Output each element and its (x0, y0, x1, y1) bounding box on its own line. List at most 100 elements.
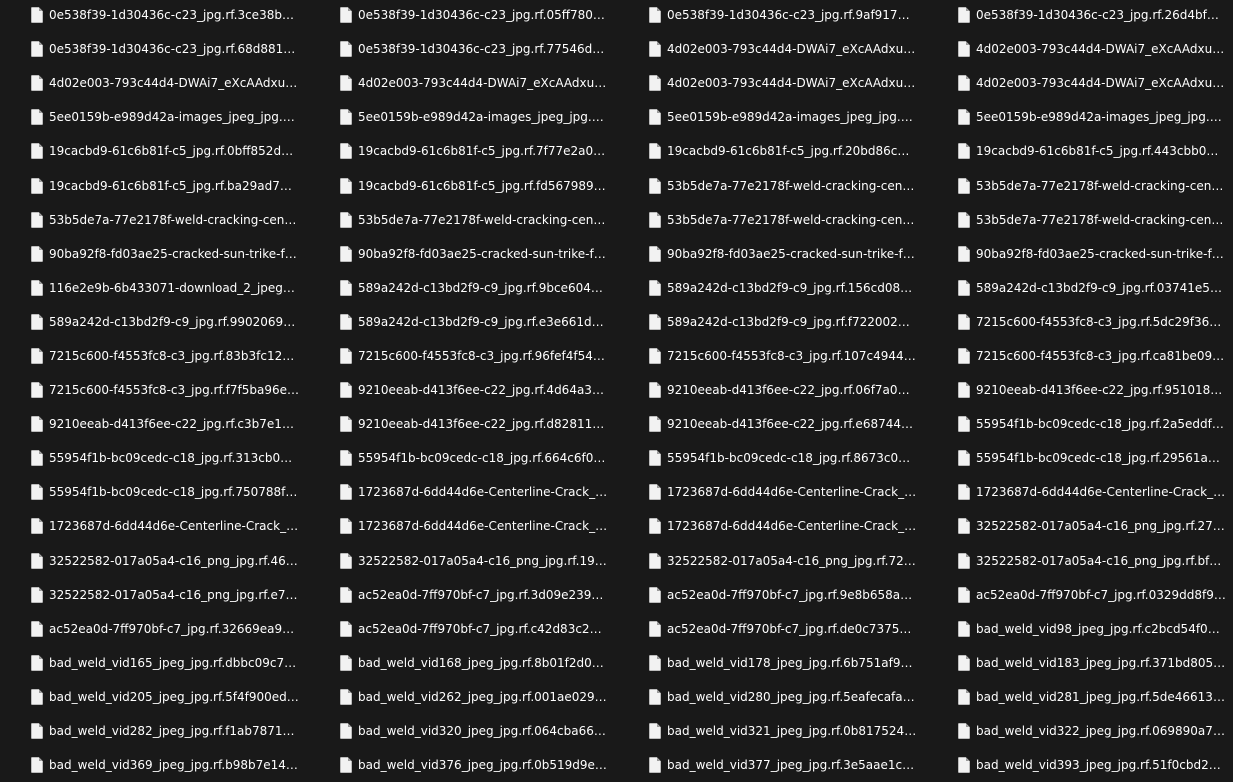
file-item[interactable]: bad_weld_vid168_jpeg_jpg.rf.8b01f2d0da..… (309, 646, 618, 680)
file-item[interactable]: 9210eeab-d413f6ee-c22_jpg.rf.06f7a0ba... (618, 373, 927, 407)
file-item[interactable]: 90ba92f8-fd03ae25-cracked-sun-trike-fr..… (0, 237, 309, 271)
file-item[interactable]: 1723687d-6dd44d6e-Centerline-Crack_jp... (927, 475, 1233, 509)
file-item[interactable]: 53b5de7a-77e2178f-weld-cracking-cente... (0, 203, 309, 237)
file-item[interactable]: bad_weld_vid320_jpeg_jpg.rf.064cba66d5..… (309, 714, 618, 748)
file-item[interactable]: 9210eeab-d413f6ee-c22_jpg.rf.c3b7e199... (0, 407, 309, 441)
file-item[interactable]: bad_weld_vid280_jpeg_jpg.rf.5eafecafa1e.… (618, 680, 927, 714)
file-item[interactable]: 53b5de7a-77e2178f-weld-cracking-cente... (309, 203, 618, 237)
file-item[interactable]: 1723687d-6dd44d6e-Centerline-Crack_jp... (618, 509, 927, 543)
file-item[interactable]: ac52ea0d-7ff970bf-c7_jpg.rf.9e8b658a02..… (618, 578, 927, 612)
file-item[interactable]: 55954f1b-bc09cedc-c18_jpg.rf.2a5eddfc4..… (927, 407, 1233, 441)
file-item[interactable]: 589a242d-c13bd2f9-c9_jpg.rf.f722002ee6..… (618, 305, 927, 339)
file-item[interactable]: ac52ea0d-7ff970bf-c7_jpg.rf.de0c737541..… (618, 612, 927, 646)
file-item[interactable]: bad_weld_vid376_jpeg_jpg.rf.0b519d9eb... (309, 748, 618, 782)
file-item[interactable]: bad_weld_vid183_jpeg_jpg.rf.371bd805d... (927, 646, 1233, 680)
file-item[interactable]: 4d02e003-793c44d4-DWAi7_eXcAAdxuF_j... (618, 32, 927, 66)
file-item[interactable]: 32522582-017a05a4-c16_png_jpg.rf.46f2... (0, 544, 309, 578)
file-item[interactable]: 7215c600-f4553fc8-c3_jpg.rf.5dc29f36172.… (927, 305, 1233, 339)
file-item[interactable]: 589a242d-c13bd2f9-c9_jpg.rf.99020699c... (0, 305, 309, 339)
file-item[interactable]: 4d02e003-793c44d4-DWAi7_eXcAAdxuF_j... (927, 66, 1233, 100)
file-item[interactable]: 55954f1b-bc09cedc-c18_jpg.rf.313cb055... (0, 441, 309, 475)
file-item[interactable]: 4d02e003-793c44d4-DWAi7_eXcAAdxuF_j... (309, 66, 618, 100)
file-item[interactable]: 0e538f39-1d30436c-c23_jpg.rf.68d88152... (0, 32, 309, 66)
file-item[interactable]: 4d02e003-793c44d4-DWAi7_eXcAAdxuF_j... (927, 32, 1233, 66)
file-name: 53b5de7a-77e2178f-weld-cracking-cente... (49, 212, 299, 227)
file-item[interactable]: 19cacbd9-61c6b81f-c5_jpg.rf.ba29ad7bb... (0, 168, 309, 202)
file-item[interactable]: 0e538f39-1d30436c-c23_jpg.rf.3ce38b0e... (0, 0, 309, 32)
file-item[interactable]: 90ba92f8-fd03ae25-cracked-sun-trike-fr..… (927, 237, 1233, 271)
file-item[interactable]: 32522582-017a05a4-c16_png_jpg.rf.7245... (618, 544, 927, 578)
file-item[interactable]: bad_weld_vid322_jpeg_jpg.rf.069890a7d7..… (927, 714, 1233, 748)
file-item[interactable]: ac52ea0d-7ff970bf-c7_jpg.rf.0329dd8f90..… (927, 578, 1233, 612)
file-item[interactable]: 5ee0159b-e989d42a-images_jpeg_jpg.rf.... (0, 100, 309, 134)
file-item[interactable]: bad_weld_vid178_jpeg_jpg.rf.6b751af9c1..… (618, 646, 927, 680)
document-file-icon (958, 75, 970, 91)
file-item[interactable]: 90ba92f8-fd03ae25-cracked-sun-trike-fr..… (618, 237, 927, 271)
file-item[interactable]: 9210eeab-d413f6ee-c22_jpg.rf.e687447d... (618, 407, 927, 441)
file-item[interactable]: 19cacbd9-61c6b81f-c5_jpg.rf.fd567989bc..… (309, 168, 618, 202)
file-item[interactable]: 53b5de7a-77e2178f-weld-cracking-cente... (927, 168, 1233, 202)
file-item[interactable]: 1723687d-6dd44d6e-Centerline-Crack_jp... (309, 509, 618, 543)
file-item[interactable]: 0e538f39-1d30436c-c23_jpg.rf.9af91763a..… (618, 0, 927, 32)
file-item[interactable]: 1723687d-6dd44d6e-Centerline-Crack_jp... (0, 509, 309, 543)
file-item[interactable]: bad_weld_vid262_jpeg_jpg.rf.001ae0293b..… (309, 680, 618, 714)
file-item[interactable]: 0e538f39-1d30436c-c23_jpg.rf.26d4bf7a3..… (927, 0, 1233, 32)
file-item[interactable]: 32522582-017a05a4-c16_png_jpg.rf.193f... (309, 544, 618, 578)
file-item[interactable]: 53b5de7a-77e2178f-weld-cracking-cente... (618, 203, 927, 237)
file-item[interactable]: 55954f1b-bc09cedc-c18_jpg.rf.664c6f01a..… (309, 441, 618, 475)
file-item[interactable]: 55954f1b-bc09cedc-c18_jpg.rf.750788f2e..… (0, 475, 309, 509)
file-item[interactable]: 7215c600-f4553fc8-c3_jpg.rf.96fef4f5422.… (309, 339, 618, 373)
file-item[interactable]: bad_weld_vid282_jpeg_jpg.rf.f1ab787156..… (0, 714, 309, 748)
file-item[interactable]: 4d02e003-793c44d4-DWAi7_eXcAAdxuF_j... (0, 66, 309, 100)
file-item[interactable]: 53b5de7a-77e2178f-weld-cracking-cente... (927, 203, 1233, 237)
file-item[interactable]: 0e538f39-1d30436c-c23_jpg.rf.05ff78024..… (309, 0, 618, 32)
file-item[interactable]: 1723687d-6dd44d6e-Centerline-Crack_jp... (618, 475, 927, 509)
file-item[interactable]: 9210eeab-d413f6ee-c22_jpg.rf.9510186b... (927, 373, 1233, 407)
file-item[interactable]: 589a242d-c13bd2f9-c9_jpg.rf.9bce60421... (309, 271, 618, 305)
file-item[interactable]: 5ee0159b-e989d42a-images_jpeg_jpg.rf.... (618, 100, 927, 134)
file-item[interactable]: bad_weld_vid281_jpeg_jpg.rf.5de4661335..… (927, 680, 1233, 714)
file-item[interactable]: 32522582-017a05a4-c16_png_jpg.rf.e72e... (0, 578, 309, 612)
file-item[interactable]: bad_weld_vid98_jpeg_jpg.rf.c2bcd54f0df2.… (927, 612, 1233, 646)
file-item[interactable]: 116e2e9b-6b433071-download_2_jpeg_j... (0, 271, 309, 305)
file-item[interactable]: 32522582-017a05a4-c16_png_jpg.rf.bf6e... (927, 544, 1233, 578)
file-item[interactable]: 9210eeab-d413f6ee-c22_jpg.rf.4d64a342... (309, 373, 618, 407)
file-item[interactable]: 0e538f39-1d30436c-c23_jpg.rf.77546dd3... (309, 32, 618, 66)
file-item[interactable]: 589a242d-c13bd2f9-c9_jpg.rf.156cd08a0f..… (618, 271, 927, 305)
file-item[interactable]: 7215c600-f4553fc8-c3_jpg.rf.83b3fc12561.… (0, 339, 309, 373)
document-file-icon (340, 314, 352, 330)
file-item[interactable]: bad_weld_vid321_jpeg_jpg.rf.0b817524df..… (618, 714, 927, 748)
file-item[interactable]: 90ba92f8-fd03ae25-cracked-sun-trike-fr..… (309, 237, 618, 271)
file-item[interactable]: 55954f1b-bc09cedc-c18_jpg.rf.8673c0967..… (618, 441, 927, 475)
file-item[interactable]: 32522582-017a05a4-c16_png_jpg.rf.27a2... (927, 509, 1233, 543)
file-item[interactable]: 5ee0159b-e989d42a-images_jpeg_jpg.rf.... (927, 100, 1233, 134)
file-item[interactable]: 7215c600-f4553fc8-c3_jpg.rf.107c49444a..… (618, 339, 927, 373)
file-item[interactable]: 19cacbd9-61c6b81f-c5_jpg.rf.20bd86c8ef..… (618, 134, 927, 168)
file-item[interactable]: bad_weld_vid377_jpeg_jpg.rf.3e5aae1ce8..… (618, 748, 927, 782)
document-file-icon (958, 416, 970, 432)
file-item[interactable]: 55954f1b-bc09cedc-c18_jpg.rf.29561a87... (927, 441, 1233, 475)
file-item[interactable]: 53b5de7a-77e2178f-weld-cracking-cente... (618, 168, 927, 202)
file-item[interactable]: 19cacbd9-61c6b81f-c5_jpg.rf.443cbb0b6... (927, 134, 1233, 168)
file-name: bad_weld_vid376_jpeg_jpg.rf.0b519d9eb... (358, 758, 608, 773)
file-item[interactable]: 4d02e003-793c44d4-DWAi7_eXcAAdxuF_j... (618, 66, 927, 100)
file-item[interactable]: bad_weld_vid165_jpeg_jpg.rf.dbbc09c7b2..… (0, 646, 309, 680)
file-item[interactable]: 5ee0159b-e989d42a-images_jpeg_jpg.rf.... (309, 100, 618, 134)
file-item[interactable]: bad_weld_vid393_jpeg_jpg.rf.51f0cbd291..… (927, 748, 1233, 782)
document-file-icon (958, 348, 970, 364)
file-item[interactable]: 19cacbd9-61c6b81f-c5_jpg.rf.7f77e2a05f..… (309, 134, 618, 168)
file-item[interactable]: 589a242d-c13bd2f9-c9_jpg.rf.e3e661d78... (309, 305, 618, 339)
file-item[interactable]: 589a242d-c13bd2f9-c9_jpg.rf.03741e5d9... (927, 271, 1233, 305)
file-item[interactable]: bad_weld_vid205_jpeg_jpg.rf.5f4f900ed3c.… (0, 680, 309, 714)
file-item[interactable]: 19cacbd9-61c6b81f-c5_jpg.rf.0bff852db9..… (0, 134, 309, 168)
file-item[interactable]: 7215c600-f4553fc8-c3_jpg.rf.ca81be09fa5.… (927, 339, 1233, 373)
file-item[interactable]: 7215c600-f4553fc8-c3_jpg.rf.f7f5ba96effa… (0, 373, 309, 407)
file-item[interactable]: ac52ea0d-7ff970bf-c7_jpg.rf.c42d83c24e..… (309, 612, 618, 646)
file-item[interactable]: ac52ea0d-7ff970bf-c7_jpg.rf.32669ea9d8..… (0, 612, 309, 646)
file-item[interactable]: ac52ea0d-7ff970bf-c7_jpg.rf.3d09e2391ff.… (309, 578, 618, 612)
file-item[interactable]: 1723687d-6dd44d6e-Centerline-Crack_jp... (309, 475, 618, 509)
file-name: 0e538f39-1d30436c-c23_jpg.rf.68d88152... (49, 42, 299, 57)
file-item[interactable]: 9210eeab-d413f6ee-c22_jpg.rf.d82811bc... (309, 407, 618, 441)
file-item[interactable]: bad_weld_vid369_jpeg_jpg.rf.b98b7e1401..… (0, 748, 309, 782)
document-file-icon (958, 655, 970, 671)
